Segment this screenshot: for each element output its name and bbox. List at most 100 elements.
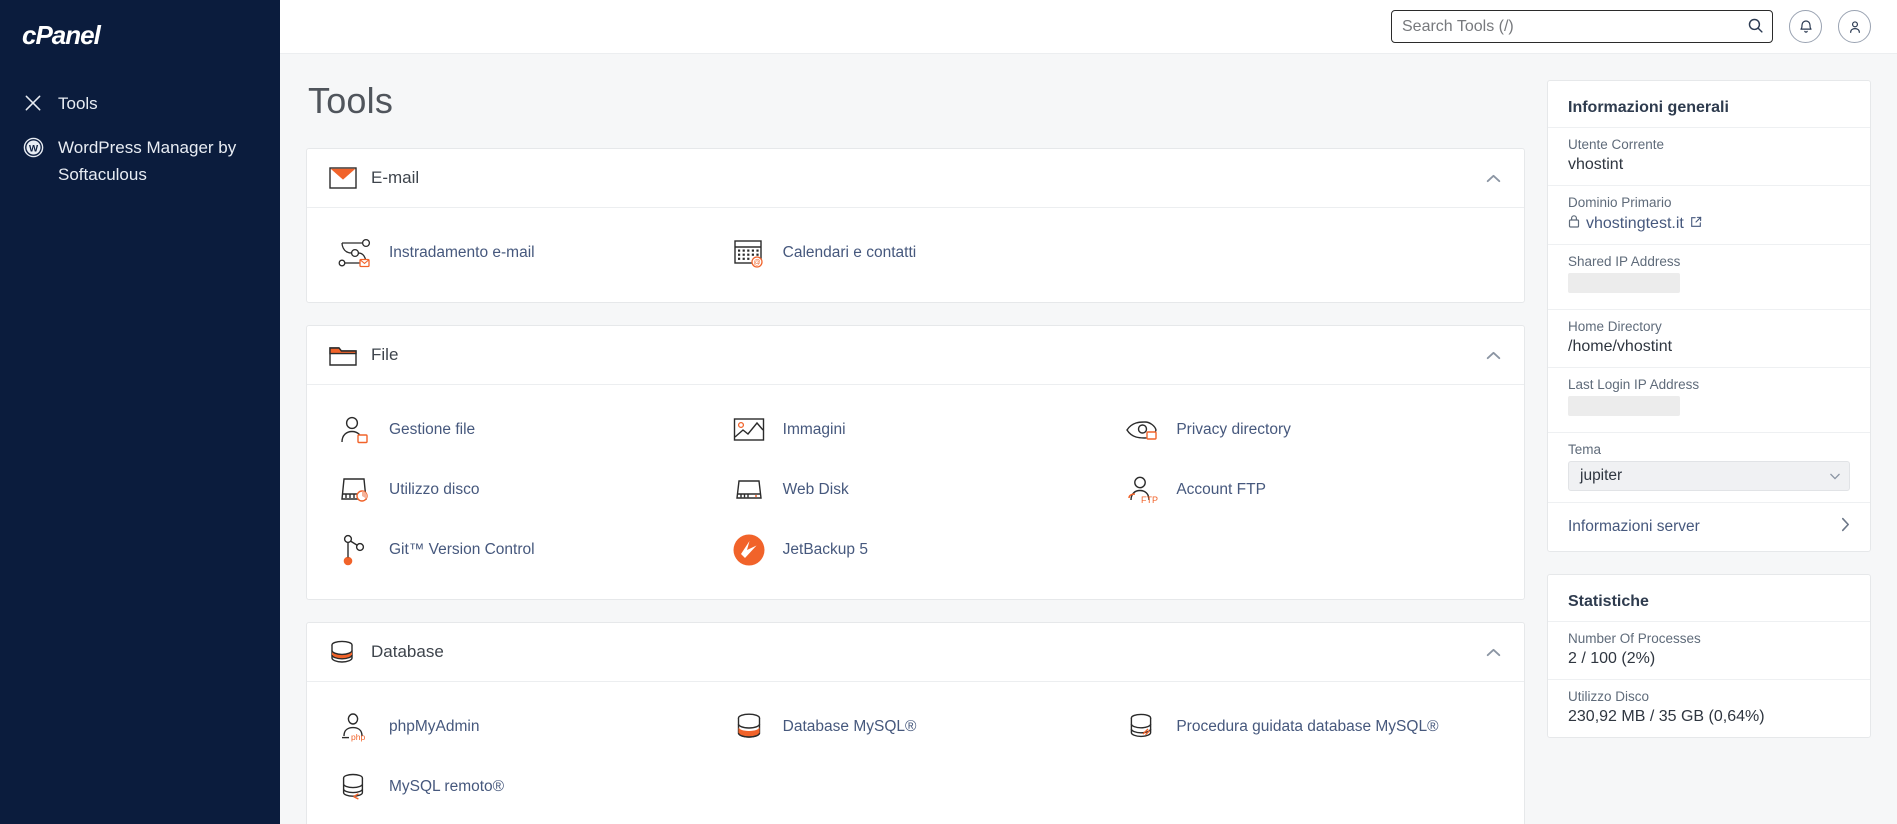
tool-disk-usage[interactable]: Utilizzo disco — [329, 463, 715, 517]
search-input[interactable] — [1391, 10, 1773, 43]
info-label: Last Login IP Address — [1568, 377, 1700, 392]
svg-text:W: W — [28, 143, 38, 154]
stat-label: Number Of Processes — [1568, 631, 1701, 646]
web-disk-icon — [729, 471, 769, 509]
redacted-value — [1568, 273, 1680, 293]
section-title: File — [371, 345, 399, 364]
file-manager-icon — [335, 411, 375, 449]
info-row-primary-domain: Dominio Primario vhostingtest.it — [1548, 185, 1870, 244]
info-label: Tema — [1568, 442, 1602, 457]
calendar-contacts-icon: @ — [729, 234, 769, 272]
search-container — [1391, 10, 1773, 43]
server-info-link[interactable]: Informazioni server — [1548, 502, 1870, 551]
tool-file-manager[interactable]: Gestione file — [329, 403, 715, 457]
svg-text:FTP: FTP — [1141, 495, 1158, 505]
svg-text:php: php — [351, 732, 365, 742]
tool-label: Instradamento e-mail — [389, 243, 535, 261]
ftp-accounts-icon: FTP — [1122, 471, 1162, 509]
section-header[interactable]: E-mail — [307, 149, 1524, 207]
tool-email-routing[interactable]: Instradamento e-mail — [329, 226, 715, 280]
tool-label: Privacy directory — [1176, 420, 1291, 438]
phpmyadmin-icon: php — [335, 708, 375, 746]
info-value-redacted — [1568, 273, 1850, 298]
sidebar-nav: Tools W WordPress Manager by Softaculous — [0, 66, 280, 197]
tool-ftp-accounts[interactable]: FTP Account FTP — [1116, 463, 1502, 517]
mysql-wizard-icon — [1122, 708, 1162, 746]
tool-mysql-databases[interactable]: Database MySQL® — [723, 700, 1109, 754]
tools-icon — [22, 91, 44, 115]
lock-icon — [1568, 214, 1580, 233]
account-button[interactable] — [1838, 10, 1871, 43]
top-bar — [280, 0, 1897, 54]
server-info-label: Informazioni server — [1568, 518, 1700, 535]
email-routing-icon — [335, 234, 375, 272]
info-value: vhostint — [1568, 156, 1624, 173]
remote-mysql-icon — [335, 768, 375, 806]
tool-label: Immagini — [782, 420, 846, 438]
chevron-up-icon[interactable] — [1480, 648, 1506, 657]
sidebar-item-label: Tools — [58, 94, 98, 113]
content-region: Tools E-mail Instradamento e-mail @ Cale… — [280, 54, 1897, 824]
tool-mysql-database-wizard[interactable]: Procedura guidata database MySQL® — [1116, 700, 1502, 754]
section-title: Database — [371, 642, 444, 661]
theme-selected-value: jupiter — [1580, 467, 1623, 484]
info-row-last-login-ip: Last Login IP Address — [1548, 367, 1870, 432]
disk-usage-icon — [335, 471, 375, 509]
info-row-theme: Tema jupiter — [1548, 432, 1870, 502]
tool-label: JetBackup 5 — [782, 540, 868, 558]
tool-label: Web Disk — [782, 480, 849, 498]
tool-directory-privacy[interactable]: Privacy directory — [1116, 403, 1502, 457]
tools-column: Tools E-mail Instradamento e-mail @ Cale… — [306, 54, 1525, 824]
tool-label: Database MySQL® — [782, 717, 917, 735]
info-label: Utente Corrente — [1568, 137, 1665, 152]
theme-select[interactable]: jupiter — [1568, 461, 1850, 491]
section-title: E-mail — [371, 168, 420, 187]
sidebar-item-wordpress-manager[interactable]: W WordPress Manager by Softaculous — [0, 126, 280, 197]
section-email: E-mail Instradamento e-mail @ Calendari … — [306, 148, 1525, 303]
tool-remote-mysql[interactable]: MySQL remoto® — [329, 760, 715, 814]
cpanel-logo[interactable]: cPanel — [0, 0, 280, 66]
section-header[interactable]: File — [307, 326, 1524, 384]
tool-images[interactable]: Immagini — [723, 403, 1109, 457]
stat-row-processes: Number Of Processes 2 / 100 (2%) — [1548, 621, 1870, 679]
sidebar-item-tools[interactable]: Tools — [0, 82, 280, 126]
folder-icon — [329, 344, 363, 367]
primary-domain-text: vhostingtest.it — [1586, 214, 1684, 232]
tool-label: Git™ Version Control — [389, 540, 535, 558]
database-icon — [329, 639, 363, 665]
section-header[interactable]: Database — [307, 623, 1524, 681]
notifications-button[interactable] — [1789, 10, 1822, 43]
tool-label: Gestione file — [389, 420, 476, 438]
primary-domain-link[interactable]: vhostingtest.it — [1568, 214, 1850, 233]
wordpress-icon: W — [22, 135, 44, 159]
section-file: File Gestione file Immagini Privacy dire… — [306, 325, 1525, 600]
cpanel-app: cPanel Tools W WordPress Manager by Soft… — [0, 0, 1897, 824]
section-database: Database php phpMyAdmin Database MySQL® … — [306, 622, 1525, 824]
section-body: php phpMyAdmin Database MySQL® Procedura… — [307, 681, 1524, 824]
tool-jetbackup-5[interactable]: JetBackup 5 — [723, 523, 1109, 577]
info-row-shared-ip: Shared IP Address — [1548, 244, 1870, 309]
chevron-down-icon — [1830, 467, 1840, 485]
chevron-up-icon[interactable] — [1480, 174, 1506, 183]
tool-label: Utilizzo disco — [389, 480, 480, 498]
git-icon — [335, 531, 375, 569]
info-value-redacted — [1568, 396, 1850, 421]
sidebar-item-label: WordPress Manager by Softaculous — [58, 138, 237, 184]
panel-title: Informazioni generali — [1568, 99, 1729, 116]
tool-git-version-control[interactable]: Git™ Version Control — [329, 523, 715, 577]
info-label: Home Directory — [1568, 319, 1662, 334]
tool-calendars-contacts[interactable]: @ Calendari e contatti — [723, 226, 1109, 280]
info-column: Informazioni generali Utente Corrente vh… — [1547, 54, 1871, 824]
stat-row-disk-usage: Utilizzo Disco 230,92 MB / 35 GB (0,64%) — [1548, 679, 1870, 737]
redacted-value — [1568, 396, 1680, 416]
tool-web-disk[interactable]: Web Disk — [723, 463, 1109, 517]
info-row-current-user: Utente Corrente vhostint — [1548, 127, 1870, 185]
stat-value: 2 / 100 (2%) — [1568, 650, 1656, 667]
jetbackup-icon — [729, 531, 769, 569]
panel-title: Statistiche — [1568, 593, 1649, 610]
tool-label: MySQL remoto® — [389, 777, 505, 795]
tool-phpmyadmin[interactable]: php phpMyAdmin — [329, 700, 715, 754]
chevron-up-icon[interactable] — [1480, 351, 1506, 360]
general-info-panel: Informazioni generali Utente Corrente vh… — [1547, 80, 1871, 552]
svg-text:cPanel: cPanel — [22, 22, 102, 50]
